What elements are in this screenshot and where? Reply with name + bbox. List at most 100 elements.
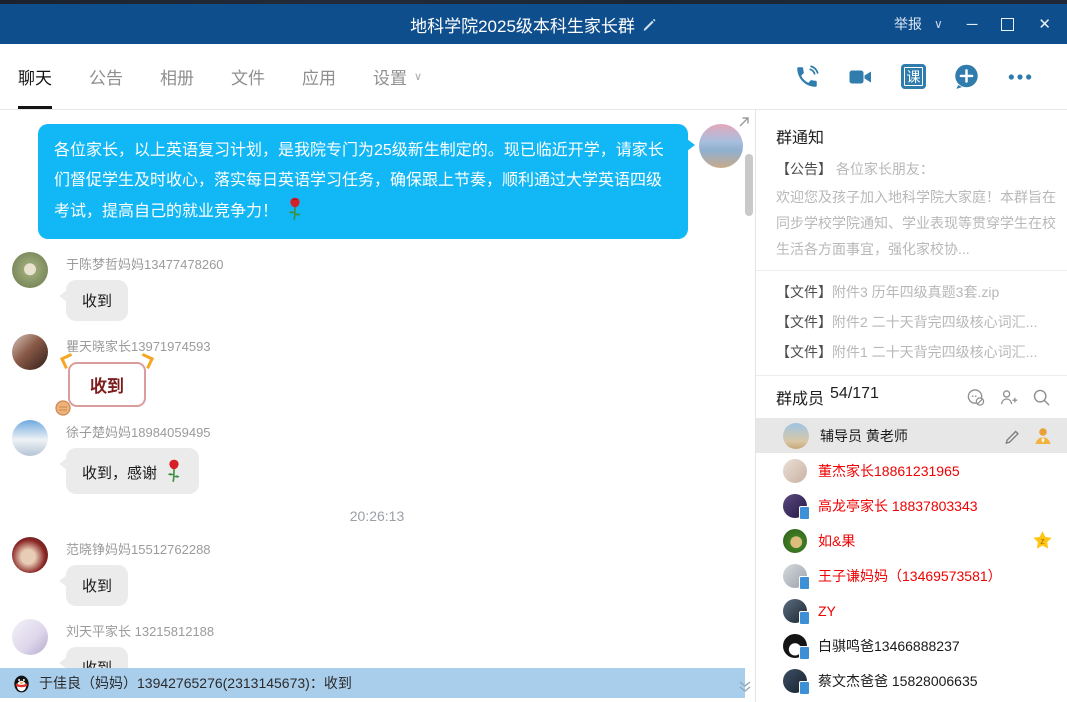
avatar: [783, 529, 807, 553]
announcement-greeting: 各位家长朋友：: [836, 161, 934, 177]
avatar[interactable]: [699, 124, 743, 168]
avatar[interactable]: [12, 334, 48, 370]
avatar[interactable]: [12, 420, 48, 456]
group-notice-panel[interactable]: 群通知 【公告】 各位家长朋友： 欢迎您及孩子加入地科学院大家庭！本群旨在同步学…: [756, 110, 1067, 271]
tabbar: 聊天 公告 相册 文件 应用 设置∨ 课: [0, 44, 1067, 110]
chevron-down-icon: ∨: [414, 70, 422, 83]
message-bubble: 收到: [66, 280, 128, 321]
sticker-message: 收到: [68, 362, 146, 407]
close-button[interactable]: ✕: [1038, 15, 1051, 33]
edit-title-icon[interactable]: [642, 17, 657, 32]
collapse-sidebar-icon[interactable]: [737, 115, 751, 129]
member-row[interactable]: 陈钰婷家长-13893897925/1871987: [756, 698, 1067, 702]
titlebar: 地科学院2025级本科生家长群 举报 ∨ ─ ✕: [0, 4, 1067, 44]
member-row[interactable]: 如&果 z: [756, 523, 1067, 558]
avatar: [783, 423, 809, 449]
mobile-online-badge: [799, 646, 810, 660]
sidebar: 群通知 【公告】 各位家长朋友： 欢迎您及孩子加入地科学院大家庭！本群旨在同步学…: [755, 110, 1067, 702]
avatar: [783, 564, 807, 588]
sender-name: 范晓铮妈妈15512762288: [66, 539, 211, 558]
video-call-icon[interactable]: [847, 65, 874, 89]
member-row[interactable]: 白骐鸣爸13466888237: [756, 628, 1067, 663]
add-icon[interactable]: [953, 63, 980, 90]
online-status-icon: [1033, 426, 1053, 446]
member-name: ZY: [818, 603, 836, 619]
message-bubble: 收到，感谢: [66, 448, 199, 494]
new-message-banner[interactable]: 于佳良（妈妈）13942765276(2313145673)：收到: [0, 668, 745, 698]
timestamp: 20:26:13: [12, 508, 742, 524]
message: 瞿天晓家长13971974593 收到: [12, 334, 755, 407]
avatar[interactable]: [12, 619, 48, 655]
minimize-button[interactable]: ─: [967, 16, 978, 33]
banner-text: 于佳良（妈妈）13942765276(2313145673)：收到: [39, 673, 352, 693]
announcement-tag: 【公告】: [776, 161, 832, 177]
mobile-online-badge: [799, 506, 810, 520]
member-row[interactable]: ZY: [756, 593, 1067, 628]
avatar: [783, 634, 807, 658]
member-row[interactable]: 王子谦妈妈（13469573581）: [756, 558, 1067, 593]
message-bubble: 收到: [66, 565, 128, 606]
class-icon[interactable]: 课: [901, 64, 926, 89]
file-item[interactable]: 【文件】附件3 历年四级真题3套.zip: [776, 277, 1064, 307]
tab-announcement[interactable]: 公告: [89, 44, 123, 109]
member-name: 王子谦妈妈（13469573581）: [818, 566, 1002, 586]
outgoing-text: 各位家长，以上英语复习计划，是我院专门为25级新生制定的。现已临近开学，请家长们…: [54, 142, 664, 220]
voice-call-icon[interactable]: [794, 64, 820, 90]
tab-apps[interactable]: 应用: [302, 44, 336, 109]
rose-emoji: [286, 196, 304, 222]
member-row[interactable]: 蔡文杰爸爸 15828006635: [756, 663, 1067, 698]
member-row-coach[interactable]: 辅导员 黄老师: [756, 418, 1067, 453]
fist-emoji: [54, 399, 72, 417]
avatar: [783, 599, 807, 623]
member-row[interactable]: 董杰家长18861231965: [756, 453, 1067, 488]
member-name: 董杰家长18861231965: [818, 461, 960, 481]
avatar: [783, 459, 807, 483]
search-icon[interactable]: [1032, 388, 1051, 407]
outgoing-message: 各位家长，以上英语复习计划，是我院专门为25级新生制定的。现已临近开学，请家长们…: [12, 124, 755, 239]
message: 范晓铮妈妈15512762288 收到: [12, 537, 755, 606]
sender-name: 瞿天晓家长13971974593: [66, 336, 211, 355]
file-item[interactable]: 【文件】附件1 二十天背完四级核心词汇...: [776, 337, 1064, 367]
announcement-body: 欢迎您及孩子加入地科学院大家庭！本群旨在同步学校学院通知、学业表现等贯穿学生在校…: [776, 184, 1064, 262]
message: 于陈梦哲妈妈13477478260 收到: [12, 252, 755, 321]
qq-penguin-icon: [12, 673, 31, 693]
sender-name: 刘天平家长 13215812188: [66, 621, 214, 640]
sender-name: 徐子楚妈妈18984059495: [66, 422, 211, 441]
window-title: 地科学院2025级本科生家长群: [410, 12, 635, 37]
tab-chat[interactable]: 聊天: [18, 44, 52, 109]
members-title: 群成员: [776, 385, 824, 409]
mobile-online-badge: [799, 681, 810, 695]
add-member-icon[interactable]: [999, 388, 1018, 407]
rose-emoji: [165, 458, 183, 484]
avatar[interactable]: [12, 537, 48, 573]
avatar: [783, 494, 807, 518]
tab-settings[interactable]: 设置∨: [373, 44, 422, 109]
sender-name: 于陈梦哲妈妈13477478260: [66, 254, 224, 273]
report-button[interactable]: 举报: [894, 14, 922, 34]
mute-member-icon[interactable]: [966, 388, 985, 407]
maximize-button[interactable]: [1001, 18, 1014, 31]
member-name: 蔡文杰爸爸 15828006635: [818, 671, 978, 691]
member-name: 高龙亭家长 18837803343: [818, 496, 978, 516]
tab-album[interactable]: 相册: [160, 44, 194, 109]
member-name: 辅导员 黄老师: [820, 426, 908, 446]
mobile-online-badge: [799, 576, 810, 590]
star-badge-icon: z: [1032, 530, 1053, 551]
chat-area: 各位家长，以上英语复习计划，是我院专门为25级新生制定的。现已临近开学，请家长们…: [0, 110, 755, 702]
edit-card-icon[interactable]: [1004, 427, 1022, 445]
message: 徐子楚妈妈18984059495 收到，感谢: [12, 420, 755, 494]
jump-to-latest-icon[interactable]: [738, 680, 752, 692]
more-icon[interactable]: [1007, 64, 1033, 90]
file-item[interactable]: 【文件】附件2 二十天背完四级核心词汇...: [776, 307, 1064, 337]
avatar[interactable]: [12, 252, 48, 288]
svg-text:z: z: [1040, 536, 1045, 546]
tab-files[interactable]: 文件: [231, 44, 265, 109]
group-files-panel: 【文件】附件3 历年四级真题3套.zip 【文件】附件2 二十天背完四级核心词汇…: [756, 271, 1067, 376]
mobile-online-badge: [799, 611, 810, 625]
member-row[interactable]: 高龙亭家长 18837803343: [756, 488, 1067, 523]
chat-scrollbar[interactable]: [745, 154, 753, 216]
members-header: 群成员 54/171: [756, 376, 1067, 418]
chevron-down-icon[interactable]: ∨: [934, 17, 943, 31]
members-count: 54/171: [830, 385, 879, 409]
member-name: 白骐鸣爸13466888237: [818, 636, 960, 656]
